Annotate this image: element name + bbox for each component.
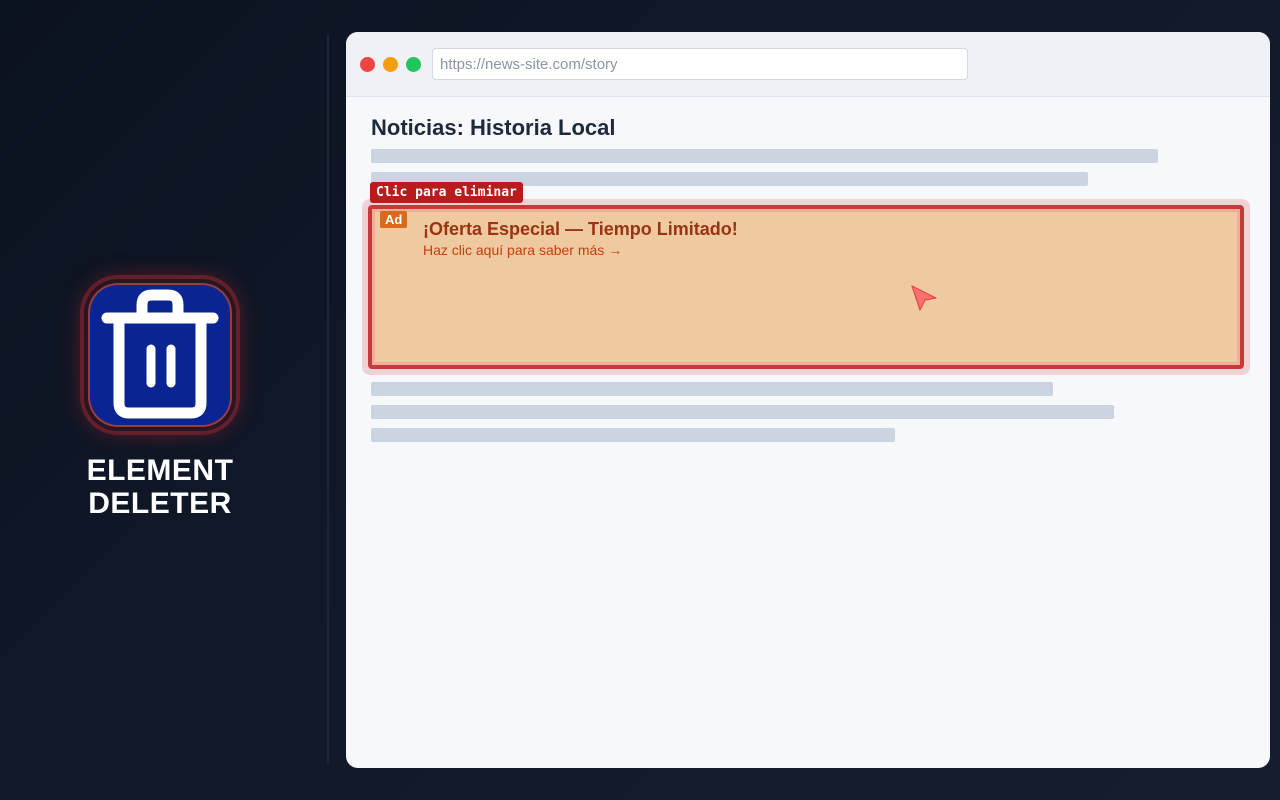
ad-headline: ¡Oferta Especial — Tiempo Limitado! <box>423 219 738 239</box>
panel-divider <box>327 36 329 764</box>
browser-window: Noticias: Historia Local Ad ¡Oferta Espe… <box>346 32 1270 768</box>
click-to-delete-label: Clic para eliminar <box>370 182 523 203</box>
text-placeholder-line <box>371 382 1053 396</box>
text-placeholder-line <box>371 149 1158 163</box>
text-placeholder-line <box>371 428 895 442</box>
app-name-line-1: ELEMENT <box>86 454 234 487</box>
app-name: ELEMENT DELETER <box>0 454 320 520</box>
browser-toolbar <box>346 32 1270 97</box>
ad-banner[interactable]: Ad ¡Oferta Especial — Tiempo Limitado! H… <box>368 205 1244 369</box>
page-content: Noticias: Historia Local Ad ¡Oferta Espe… <box>346 97 1270 768</box>
app-icon <box>84 279 236 431</box>
app-name-line-2: DELETER <box>88 487 232 520</box>
text-placeholder-line <box>371 405 1114 419</box>
close-window-button[interactable] <box>360 57 375 72</box>
url-bar[interactable] <box>432 48 968 80</box>
maximize-window-button[interactable] <box>406 57 421 72</box>
trash-icon <box>90 285 230 425</box>
cursor-icon <box>911 285 937 311</box>
ad-link[interactable]: Haz clic aquí para saber más → <box>423 242 622 258</box>
page-title: Noticias: Historia Local <box>371 115 616 140</box>
minimize-window-button[interactable] <box>383 57 398 72</box>
brand-panel: ELEMENT DELETER <box>0 0 320 800</box>
ad-badge: Ad <box>380 211 408 228</box>
